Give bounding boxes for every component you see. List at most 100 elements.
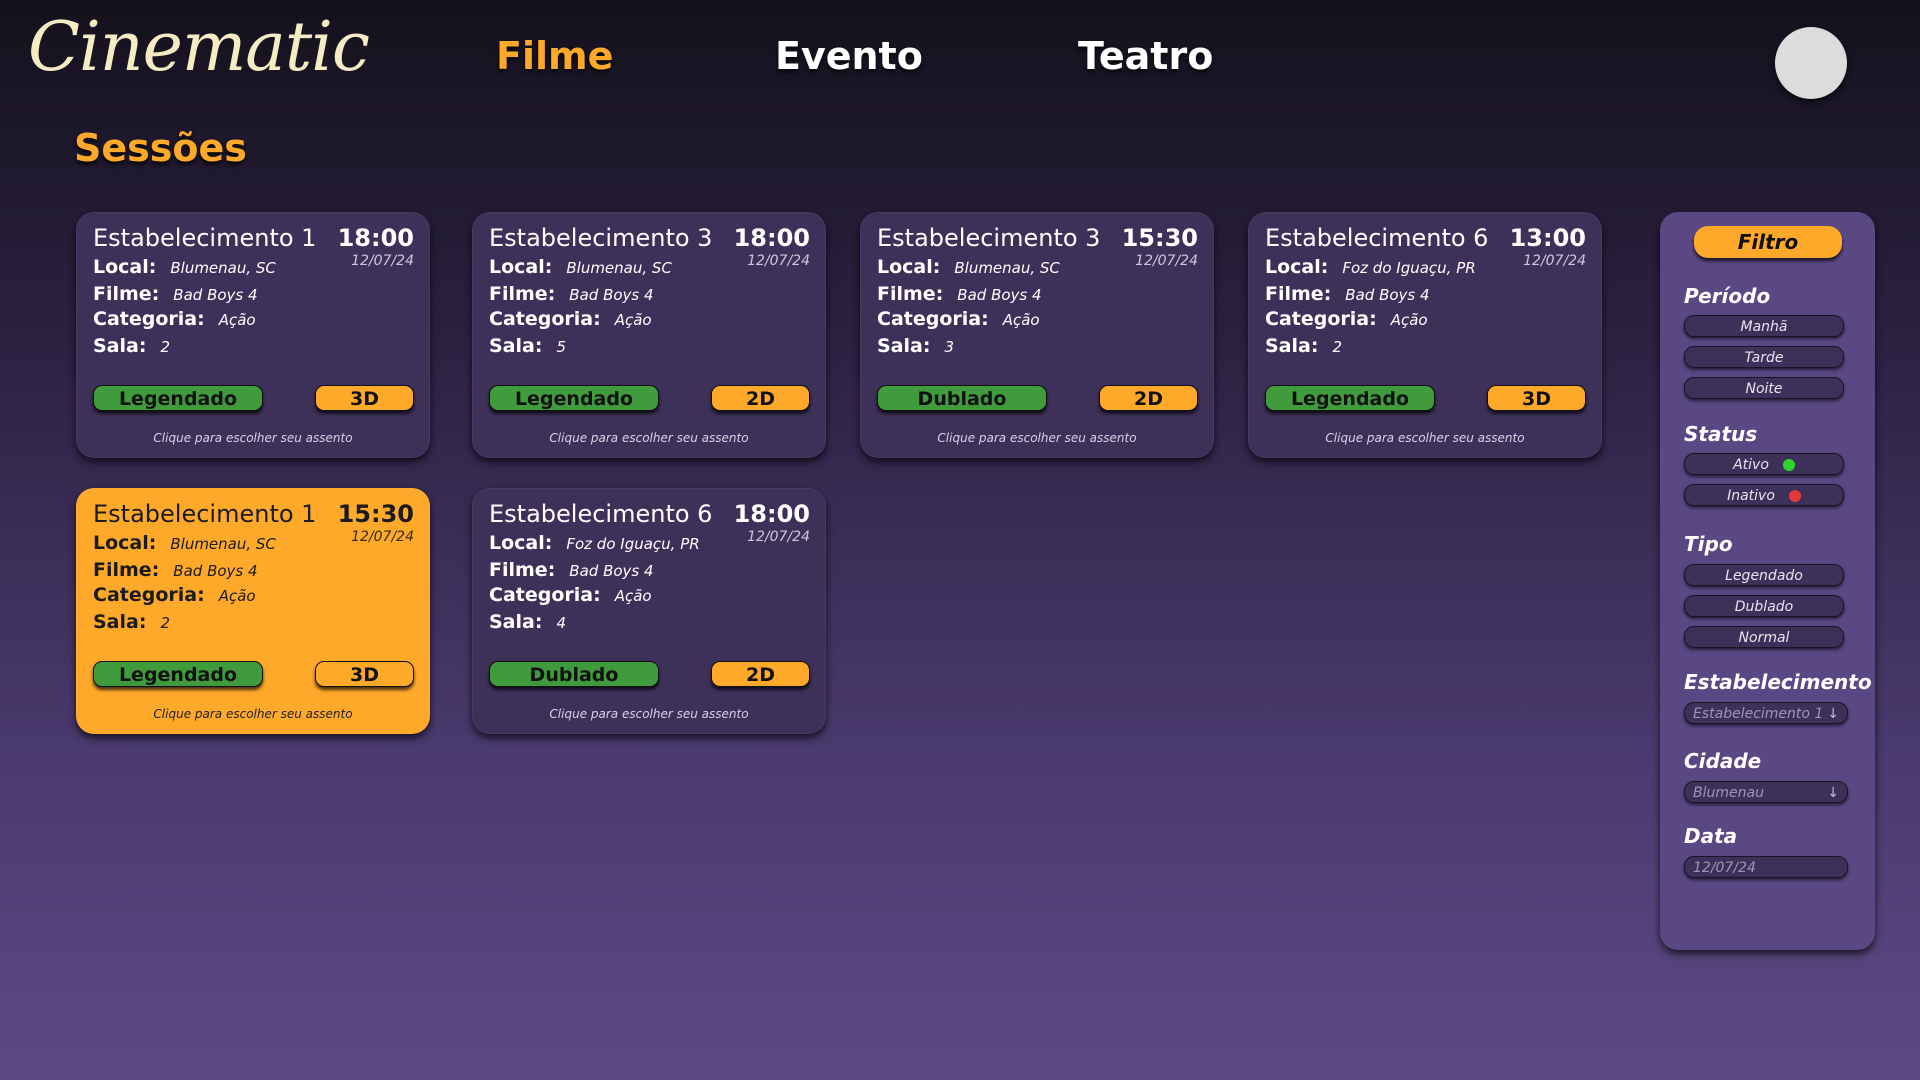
arrow-down-icon: ↓ [1827, 706, 1839, 722]
local-value: Blumenau, SC [170, 259, 276, 277]
estabelecimento-heading: Estabelecimento [1684, 670, 1872, 694]
session-time: 15:30 [337, 500, 414, 528]
periodo-option-tarde[interactable]: Tarde [1684, 346, 1844, 368]
seat-hint: Clique para escolher seu assento [937, 431, 1137, 445]
estabelecimento-select[interactable]: Estabelecimento 1 ↓ [1684, 702, 1848, 724]
filme-row: Filme: Bad Boys 4 [489, 283, 654, 305]
categoria-value: Ação [614, 587, 652, 605]
seat-hint: Clique para escolher seu assento [153, 707, 353, 721]
format-badge: 3D [1487, 385, 1586, 411]
sala-row: Sala: 2 [93, 335, 170, 357]
filme-value: Bad Boys 4 [173, 286, 258, 304]
filme-value: Bad Boys 4 [569, 562, 654, 580]
session-date: 12/07/24 [747, 529, 810, 545]
local-row: Local: Blumenau, SC [93, 532, 276, 554]
filme-row: Filme: Bad Boys 4 [93, 559, 258, 581]
format-badge: 2D [711, 385, 810, 411]
local-value: Foz do Iguaçu, PR [1342, 259, 1476, 277]
session-name: Estabelecimento 3 [489, 224, 713, 252]
date-input[interactable]: 12/07/24 [1684, 856, 1848, 878]
tipo-heading: Tipo [1684, 532, 1733, 556]
local-value: Blumenau, SC [954, 259, 1060, 277]
session-name: Estabelecimento 6 [1265, 224, 1489, 252]
filme-row: Filme: Bad Boys 4 [93, 283, 258, 305]
session-card[interactable]: Estabelecimento 3 18:00 12/07/24 Local: B… [472, 212, 826, 458]
nav-item-teatro[interactable]: Teatro [1078, 34, 1213, 78]
status-heading: Status [1684, 422, 1758, 446]
tipo-option-normal[interactable]: Normal [1684, 626, 1844, 648]
main-nav: Filme Evento Teatro [0, 34, 1920, 84]
categoria-row: Categoria: Ação [93, 584, 256, 606]
format-badge: 2D [1099, 385, 1198, 411]
seat-hint: Clique para escolher seu assento [549, 707, 749, 721]
format-badge: 3D [315, 385, 414, 411]
categoria-row: Categoria: Ação [489, 308, 652, 330]
status-option-label: Inativo [1727, 488, 1775, 504]
local-row: Local: Foz do Iguaçu, PR [1265, 256, 1476, 278]
sala-value: 2 [160, 614, 170, 632]
session-name: Estabelecimento 3 [877, 224, 1101, 252]
filme-value: Bad Boys 4 [173, 562, 258, 580]
sala-row: Sala: 4 [489, 611, 566, 633]
sala-row: Sala: 2 [93, 611, 170, 633]
sala-row: Sala: 3 [877, 335, 954, 357]
session-name: Estabelecimento 1 [93, 500, 317, 528]
session-card[interactable]: Estabelecimento 1 18:00 12/07/24 Local: B… [76, 212, 430, 458]
periodo-option-manha[interactable]: Manhã [1684, 315, 1844, 337]
session-time: 15:30 [1121, 224, 1198, 252]
categoria-row: Categoria: Ação [1265, 308, 1428, 330]
filter-panel: Filtro Período Manhã Tarde Noite Status … [1660, 212, 1875, 950]
session-time: 13:00 [1509, 224, 1586, 252]
periodo-option-noite[interactable]: Noite [1684, 377, 1844, 399]
user-avatar[interactable] [1775, 27, 1847, 99]
categoria-value: Ação [614, 311, 652, 329]
session-name: Estabelecimento 1 [93, 224, 317, 252]
local-row: Local: Foz do Iguaçu, PR [489, 532, 700, 554]
data-heading: Data [1684, 824, 1738, 848]
sala-value: 4 [556, 614, 566, 632]
status-option-label: Ativo [1733, 457, 1769, 473]
filter-button[interactable]: Filtro [1694, 226, 1842, 258]
local-value: Blumenau, SC [170, 535, 276, 553]
session-card-selected[interactable]: Estabelecimento 1 15:30 12/07/24 Local: B… [76, 488, 430, 734]
date-value: 12/07/24 [1693, 860, 1756, 876]
nav-item-filme[interactable]: Filme [496, 34, 613, 78]
cidade-heading: Cidade [1684, 749, 1762, 773]
sala-row: Sala: 2 [1265, 335, 1342, 357]
status-option-inativo[interactable]: Inativo [1684, 484, 1844, 506]
nav-item-evento[interactable]: Evento [775, 34, 923, 78]
session-card[interactable]: Estabelecimento 3 15:30 12/07/24 Local: B… [860, 212, 1214, 458]
language-badge: Legendado [489, 385, 659, 411]
session-time: 18:00 [733, 224, 810, 252]
page-title: Sessões [74, 126, 247, 170]
categoria-value: Ação [218, 587, 256, 605]
tipo-option-legendado[interactable]: Legendado [1684, 564, 1844, 586]
filme-value: Bad Boys 4 [569, 286, 654, 304]
periodo-heading: Período [1684, 284, 1771, 308]
language-badge: Dublado [877, 385, 1047, 411]
categoria-value: Ação [218, 311, 256, 329]
tipo-option-dublado[interactable]: Dublado [1684, 595, 1844, 617]
language-badge: Dublado [489, 661, 659, 687]
session-card[interactable]: Estabelecimento 6 13:00 12/07/24 Local: F… [1248, 212, 1602, 458]
estabelecimento-value: Estabelecimento 1 [1693, 706, 1824, 722]
filme-row: Filme: Bad Boys 4 [489, 559, 654, 581]
filme-row: Filme: Bad Boys 4 [1265, 283, 1430, 305]
categoria-row: Categoria: Ação [93, 308, 256, 330]
session-date: 12/07/24 [351, 253, 414, 269]
cidade-select[interactable]: Blumenau ↓ [1684, 781, 1848, 803]
format-badge: 3D [315, 661, 414, 687]
sala-value: 2 [160, 338, 170, 356]
filme-value: Bad Boys 4 [957, 286, 1042, 304]
session-date: 12/07/24 [747, 253, 810, 269]
categoria-value: Ação [1002, 311, 1040, 329]
session-name: Estabelecimento 6 [489, 500, 713, 528]
session-date: 12/07/24 [351, 529, 414, 545]
filme-value: Bad Boys 4 [1345, 286, 1430, 304]
categoria-row: Categoria: Ação [877, 308, 1040, 330]
session-time: 18:00 [337, 224, 414, 252]
status-option-ativo[interactable]: Ativo [1684, 453, 1844, 475]
language-badge: Legendado [93, 661, 263, 687]
session-card[interactable]: Estabelecimento 6 18:00 12/07/24 Local: F… [472, 488, 826, 734]
sala-row: Sala: 5 [489, 335, 566, 357]
